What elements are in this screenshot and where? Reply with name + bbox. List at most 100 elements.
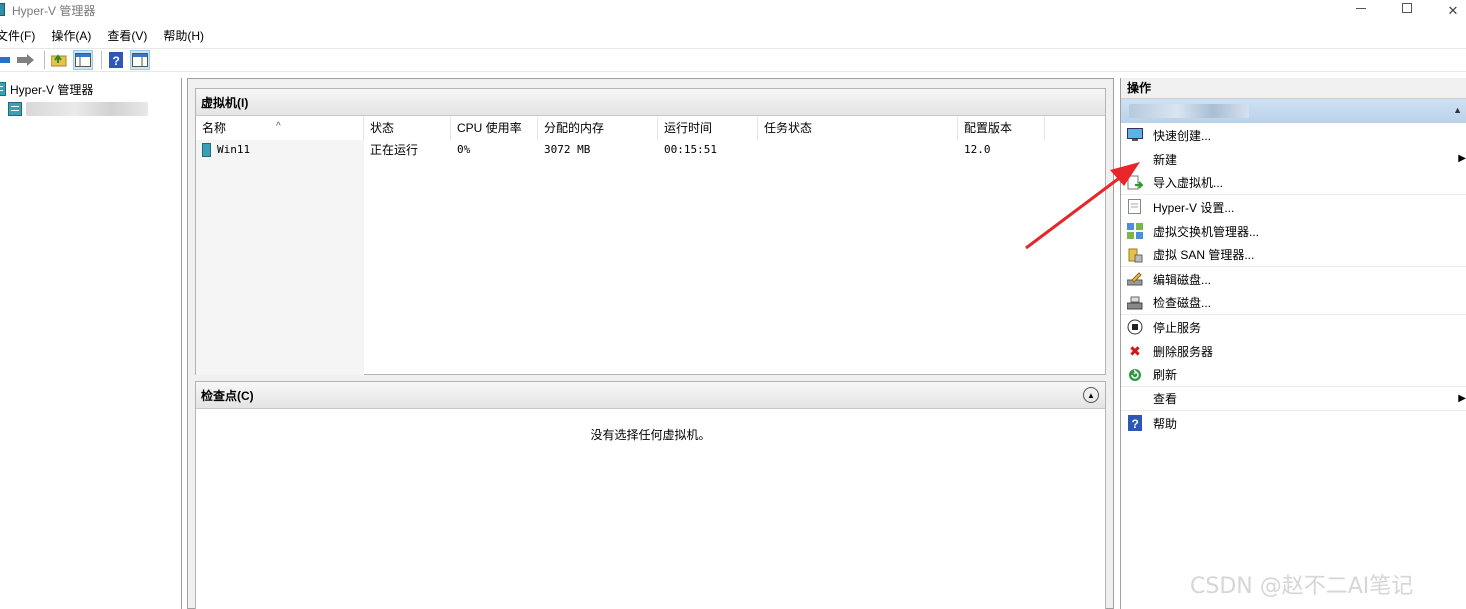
vm-pane-title: 虚拟机(I) xyxy=(196,89,1105,116)
back-button[interactable] xyxy=(0,50,12,70)
action-label: 导入虚拟机... xyxy=(1153,176,1224,190)
column-header-config-version[interactable]: 配置版本 xyxy=(958,117,1045,140)
column-name-label: 名称 xyxy=(202,121,227,135)
column-header-name[interactable]: 名称 ^ xyxy=(196,117,364,140)
toolbar-separator xyxy=(44,51,45,69)
maximize-button[interactable] xyxy=(1384,0,1430,22)
menu-view[interactable]: 查看(V) xyxy=(99,27,155,44)
switch-icon xyxy=(1127,223,1143,239)
action-label: 虚拟交换机管理器... xyxy=(1153,224,1260,239)
menu-file[interactable]: 文件(F) xyxy=(0,27,43,44)
help-button[interactable]: ? xyxy=(106,50,126,70)
chevron-up-icon: ▲ xyxy=(1087,390,1095,400)
vm-cpu: 0% xyxy=(457,143,471,156)
actions-pane-title: 操作 xyxy=(1121,78,1466,99)
actions-pane: 操作 ▲ 快速创建... 新建 ▶ 导入虚拟机... Hyper-V 设置...… xyxy=(1120,78,1466,609)
action-virtual-san-manager[interactable]: 虚拟 SAN 管理器... xyxy=(1121,243,1466,267)
vm-table-header: 名称 ^ 状态 CPU 使用率 分配的内存 运行时间 任务状态 配置版本 xyxy=(196,117,1105,140)
column-header-task-status[interactable]: 任务状态 xyxy=(758,117,958,140)
vm-icon xyxy=(202,143,211,157)
edit-disk-icon xyxy=(1127,271,1143,287)
checkpoint-pane-title: 检查点(C) xyxy=(196,382,1105,409)
close-button[interactable]: ✕ xyxy=(1430,0,1466,22)
action-edit-disk[interactable]: 编辑磁盘... xyxy=(1121,267,1466,291)
submenu-arrow-icon: ▶ xyxy=(1458,153,1466,164)
tree-server-node[interactable] xyxy=(8,100,148,118)
column-header-cpu[interactable]: CPU 使用率 xyxy=(451,117,538,140)
minimize-button[interactable] xyxy=(1338,0,1384,22)
maximize-icon xyxy=(1402,3,1412,13)
vm-config-version: 12.0 xyxy=(964,143,991,156)
action-label: 刷新 xyxy=(1153,368,1178,382)
tree-root-hyperv-manager[interactable]: Hyper-V 管理器 xyxy=(0,80,93,98)
menu-action[interactable]: 操作(A) xyxy=(43,27,99,44)
menu-help[interactable]: 帮助(H) xyxy=(155,27,212,44)
column-header-memory[interactable]: 分配的内存 xyxy=(538,117,658,140)
action-delete-server[interactable]: ✖ 删除服务器 xyxy=(1121,339,1466,363)
action-stop-service[interactable]: 停止服务 xyxy=(1121,315,1466,339)
san-icon xyxy=(1127,247,1143,263)
refresh-icon xyxy=(1127,367,1143,383)
action-view[interactable]: 查看 ▶ xyxy=(1121,387,1466,411)
name-column-background xyxy=(196,140,364,375)
tree-root-label: Hyper-V 管理器 xyxy=(10,82,94,97)
redacted-server-name xyxy=(26,102,148,116)
action-label: 删除服务器 xyxy=(1153,344,1214,359)
action-inspect-disk[interactable]: 检查磁盘... xyxy=(1121,291,1466,315)
action-quick-create[interactable]: 快速创建... xyxy=(1121,123,1466,147)
column-header-state[interactable]: 状态 xyxy=(364,117,451,140)
action-label: 停止服务 xyxy=(1153,320,1202,335)
forward-button[interactable] xyxy=(16,50,36,70)
redacted-server-name xyxy=(1129,104,1249,118)
sort-ascending-icon: ^ xyxy=(276,121,281,132)
action-help[interactable]: ? 帮助 xyxy=(1121,411,1466,435)
action-hyperv-settings[interactable]: Hyper-V 设置... xyxy=(1121,195,1466,219)
vm-task-status xyxy=(758,140,764,160)
menu-bar: 文件(F) 操作(A) 查看(V) 帮助(H) xyxy=(0,24,1466,46)
checkpoints-pane: 检查点(C) ▲ 没有选择任何虚拟机。 xyxy=(195,381,1106,609)
action-label: 帮助 xyxy=(1153,416,1178,431)
show-hide-console-tree-button[interactable] xyxy=(73,50,93,70)
action-pane-icon xyxy=(132,53,148,67)
console-tree-icon xyxy=(75,53,91,67)
center-panel: 虚拟机(I) 名称 ^ 状态 CPU 使用率 分配的内存 运行时间 任务状态 配… xyxy=(187,78,1114,609)
server-actions-header[interactable]: ▲ xyxy=(1121,99,1466,123)
toolbar-separator xyxy=(101,51,102,69)
checkpoint-empty-message: 没有选择任何虚拟机。 xyxy=(590,428,711,442)
action-label: 快速创建... xyxy=(1153,128,1212,143)
collapse-pane-button[interactable]: ▲ xyxy=(1083,387,1099,403)
up-folder-button[interactable] xyxy=(49,50,69,70)
action-label: 新建 xyxy=(1153,152,1178,167)
inspect-disk-icon xyxy=(1127,295,1143,311)
window-title: Hyper-V 管理器 xyxy=(12,4,96,18)
show-hide-action-pane-button[interactable] xyxy=(130,50,150,70)
action-label: 查看 xyxy=(1153,392,1178,406)
action-import-vm[interactable]: 导入虚拟机... xyxy=(1121,171,1466,195)
stop-icon xyxy=(1127,319,1143,335)
hyperv-app-icon xyxy=(0,3,5,16)
action-label: 虚拟 SAN 管理器... xyxy=(1153,248,1255,262)
action-virtual-switch-manager[interactable]: 虚拟交换机管理器... xyxy=(1121,219,1466,243)
action-label: 编辑磁盘... xyxy=(1153,272,1212,287)
vm-uptime: 00:15:51 xyxy=(664,143,717,156)
hyperv-manager-icon xyxy=(0,82,6,96)
watermark: CSDN @赵不二AI笔记 xyxy=(1190,574,1414,599)
action-new[interactable]: 新建 ▶ xyxy=(1121,147,1466,171)
svg-text:?: ? xyxy=(113,54,120,68)
import-icon xyxy=(1127,175,1143,191)
table-row[interactable]: Win11 正在运行 0% 3072 MB 00:15:51 12.0 xyxy=(196,140,1105,160)
vm-table: 名称 ^ 状态 CPU 使用率 分配的内存 运行时间 任务状态 配置版本 Win… xyxy=(196,117,1105,157)
action-refresh[interactable]: 刷新 xyxy=(1121,363,1466,387)
submenu-arrow-icon: ▶ xyxy=(1458,393,1466,404)
vm-name: Win11 xyxy=(217,143,251,156)
forward-arrow-icon xyxy=(17,54,34,66)
virtual-machines-pane: 虚拟机(I) 名称 ^ 状态 CPU 使用率 分配的内存 运行时间 任务状态 配… xyxy=(195,88,1106,375)
toolbar: ? xyxy=(0,48,1466,72)
title-bar: Hyper-V 管理器 ✕ xyxy=(0,0,1466,22)
svg-text:?: ? xyxy=(1132,417,1139,431)
minimize-icon xyxy=(1356,7,1366,9)
vm-state: 正在运行 xyxy=(370,143,419,157)
column-header-uptime[interactable]: 运行时间 xyxy=(658,117,758,140)
back-arrow-icon xyxy=(0,54,10,66)
vm-name-cell: Win11 xyxy=(196,140,250,160)
